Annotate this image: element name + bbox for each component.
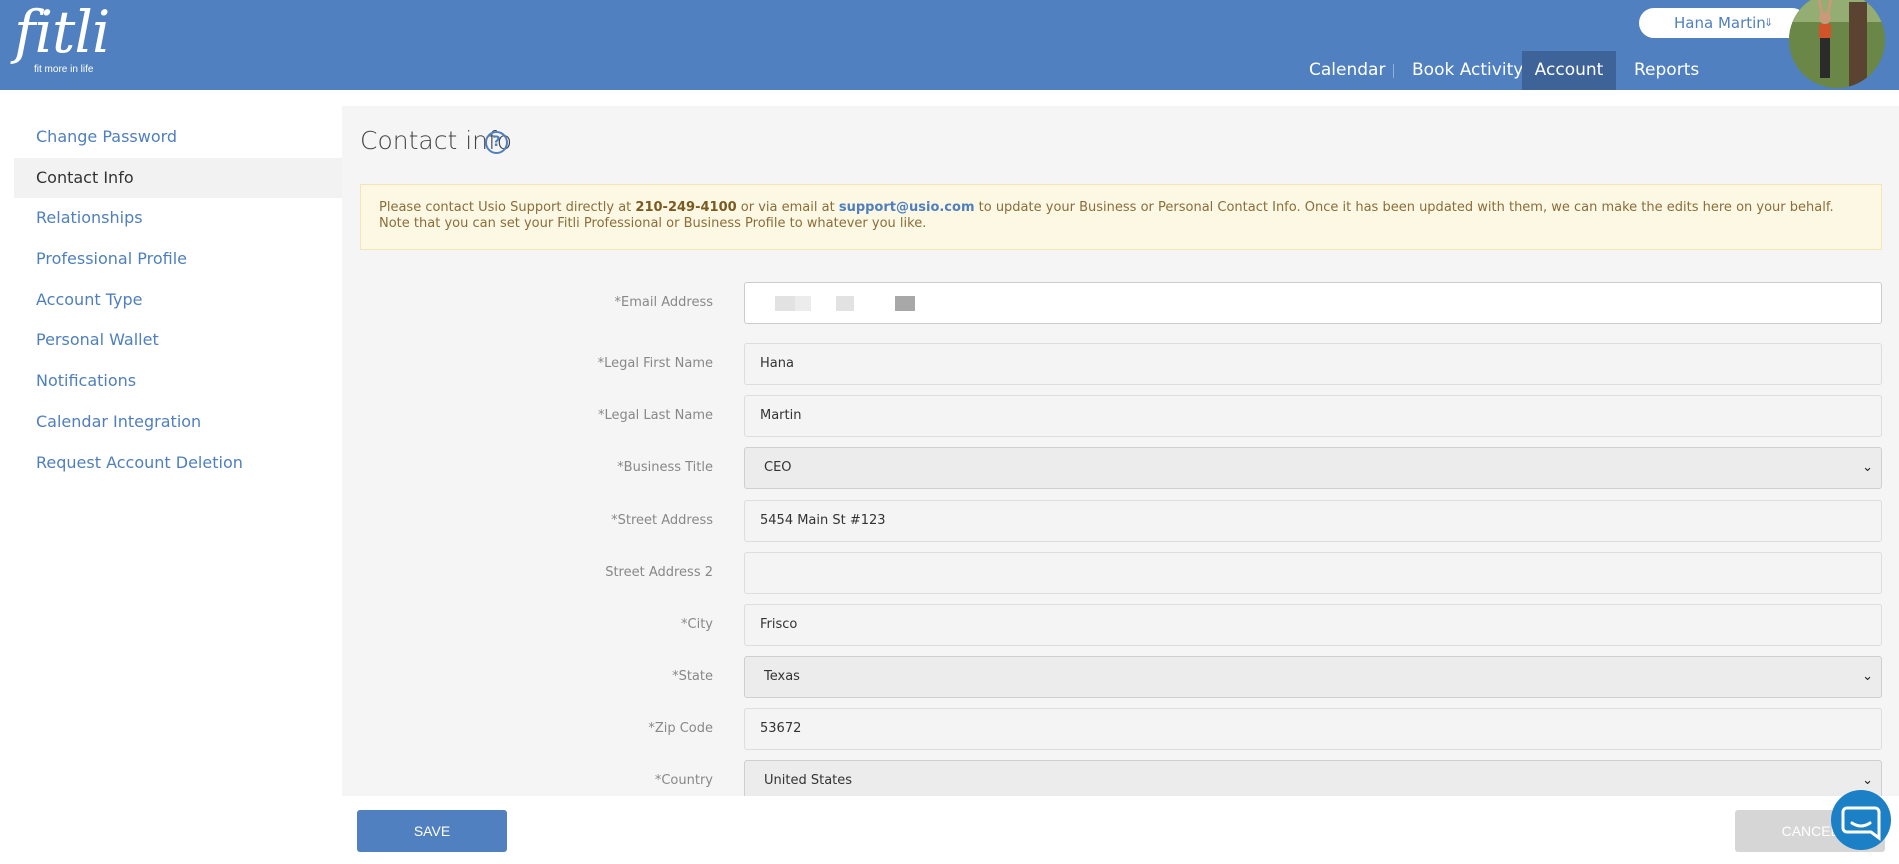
street-field[interactable]: 5454 Main St #123 xyxy=(744,500,1882,542)
user-menu-button[interactable]: Hana Martin ⇓ xyxy=(1639,8,1807,38)
redacted-block xyxy=(795,296,811,311)
city-field[interactable]: Frisco xyxy=(744,604,1882,646)
redacted-block xyxy=(895,296,915,311)
sidebar-item-notifications[interactable]: Notifications xyxy=(14,361,342,401)
user-name: Hana Martin xyxy=(1674,14,1766,32)
contact-info-panel: Contact info ? Please contact Usio Suppo… xyxy=(342,106,1899,802)
business-title-value: CEO xyxy=(764,460,792,475)
city-label: *City xyxy=(681,617,713,632)
nav-divider xyxy=(1393,64,1394,78)
sidebar-item-change-password[interactable]: Change Password xyxy=(14,117,342,157)
last-name-label: *Legal Last Name xyxy=(597,408,713,423)
first-name-field[interactable]: Hana xyxy=(744,343,1882,385)
notice-text-2: or via email at xyxy=(736,200,839,215)
save-button[interactable]: SAVE xyxy=(357,810,507,852)
state-select[interactable]: Texas ⌄ xyxy=(744,656,1882,698)
street2-field[interactable] xyxy=(744,552,1882,594)
last-name-field[interactable]: Martin xyxy=(744,395,1882,437)
state-value: Texas xyxy=(764,669,800,684)
top-header: fitli fit more in life Hana Martin ⇓ Cal… xyxy=(0,0,1899,90)
business-title-select[interactable]: CEO ⌄ xyxy=(744,447,1882,489)
sidebar-item-personal-wallet[interactable]: Personal Wallet xyxy=(14,320,342,360)
email-label: *Email Address xyxy=(614,295,713,310)
redacted-block xyxy=(836,296,854,311)
first-name-label: *Legal First Name xyxy=(597,356,713,371)
country-value: United States xyxy=(764,773,853,788)
support-phone: 210-249-4100 xyxy=(635,200,737,215)
chevron-down-icon: ⌄ xyxy=(1862,669,1873,684)
sidebar-item-account-type[interactable]: Account Type xyxy=(14,280,342,320)
contact-support-notice: Please contact Usio Support directly at … xyxy=(360,184,1882,250)
sidebar-item-contact-info[interactable]: Contact Info xyxy=(14,158,342,198)
double-chevron-down-icon: ⇓ xyxy=(1764,16,1774,29)
form-row-street2: Street Address 2 xyxy=(342,552,1899,594)
sidebar-item-professional-profile[interactable]: Professional Profile xyxy=(14,239,342,279)
chat-support-button[interactable] xyxy=(1831,790,1891,850)
business-title-label: *Business Title xyxy=(617,460,713,475)
state-label: *State xyxy=(672,669,713,684)
nav-reports[interactable]: Reports xyxy=(1634,51,1699,90)
nav-calendar[interactable]: Calendar xyxy=(1309,51,1385,90)
chevron-down-icon: ⌄ xyxy=(1862,460,1873,475)
support-email-link[interactable]: support@usio.com xyxy=(839,200,975,215)
form-row-city: *City Frisco xyxy=(342,604,1899,646)
form-row-business-title: *Business Title CEO ⌄ xyxy=(342,447,1899,489)
notice-text-1: Please contact Usio Support directly at xyxy=(379,200,636,215)
main-nav: Calendar Book Activity Account Reports xyxy=(0,51,1899,90)
zip-field[interactable]: 53672 xyxy=(744,708,1882,750)
email-field[interactable] xyxy=(744,282,1882,324)
form-row-street: *Street Address 5454 Main St #123 xyxy=(342,500,1899,542)
nav-book-activity[interactable]: Book Activity xyxy=(1412,51,1523,90)
form-row-email: *Email Address xyxy=(342,282,1899,324)
sidebar-item-relationships[interactable]: Relationships xyxy=(14,198,342,238)
chat-bubble-icon xyxy=(1841,806,1881,841)
form-row-last-name: *Legal Last Name Martin xyxy=(342,395,1899,437)
zip-label: *Zip Code xyxy=(648,721,713,736)
form-row-zip: *Zip Code 53672 xyxy=(342,708,1899,750)
sidebar-item-calendar-integration[interactable]: Calendar Integration xyxy=(14,402,342,442)
redacted-block xyxy=(775,296,795,311)
nav-account[interactable]: Account xyxy=(1522,51,1616,90)
street2-label: Street Address 2 xyxy=(605,565,713,580)
form-row-state: *State Texas ⌄ xyxy=(342,656,1899,698)
street-label: *Street Address xyxy=(611,513,713,528)
form-row-first-name: *Legal First Name Hana xyxy=(342,343,1899,385)
form-footer: SAVE CANCEL xyxy=(342,796,1899,864)
help-icon[interactable]: ? xyxy=(485,131,508,154)
sidebar-item-request-account-deletion[interactable]: Request Account Deletion xyxy=(14,443,342,483)
